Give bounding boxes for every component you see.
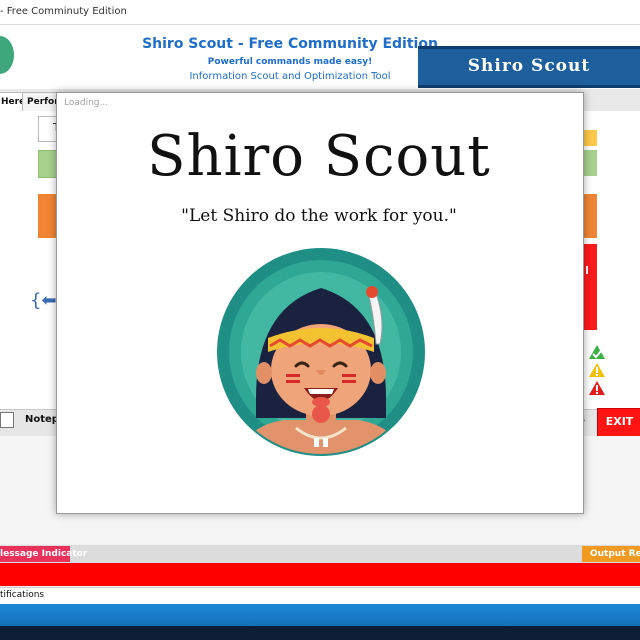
yellow-button[interactable] (583, 130, 597, 146)
splash-quote: "Let Shiro do the work for you." (181, 206, 457, 226)
notifications-label: tifications (0, 590, 45, 600)
orange-button-right[interactable] (583, 194, 597, 238)
warning-icon (589, 363, 605, 377)
output-results-tab[interactable]: Output Resu (582, 546, 640, 562)
check-icon (589, 345, 605, 359)
title-bar: - Free Comminuty Edition (0, 0, 640, 25)
exit-button[interactable]: EXIT (597, 408, 640, 437)
notepad-icon[interactable] (0, 412, 14, 428)
mascot-illustration (217, 248, 425, 456)
arrow-left-icon[interactable]: {⬅ (30, 290, 57, 311)
brand-banner-text: Shiro Scout (467, 56, 591, 76)
notifications-bar: tifications (0, 587, 640, 604)
message-indicator-label: lessage Indicator (0, 549, 88, 559)
brand-banner: Shiro Scout (418, 46, 640, 88)
red-button-right[interactable] (583, 244, 597, 330)
error-icon (589, 381, 605, 395)
message-indicator-tab[interactable]: lessage Indicator (0, 546, 87, 562)
loading-label: Loading... (64, 98, 109, 108)
output-results-label: Output Resu (590, 549, 640, 559)
app-subtitle: Powerful commands made easy! (207, 57, 373, 67)
app-title: Shiro Scout - Free Community Edition (142, 36, 438, 52)
window-title: - Free Comminuty Edition (0, 6, 127, 17)
green-button-right[interactable] (583, 150, 597, 176)
splash-title: Shiro Scout (147, 124, 491, 189)
app-tagline: Information Scout and Optimization Tool (189, 71, 391, 82)
exit-label: EXIT (605, 415, 634, 428)
message-indicator-bar (0, 563, 640, 586)
status-tab-strip (0, 545, 640, 563)
os-taskbar (0, 604, 640, 640)
